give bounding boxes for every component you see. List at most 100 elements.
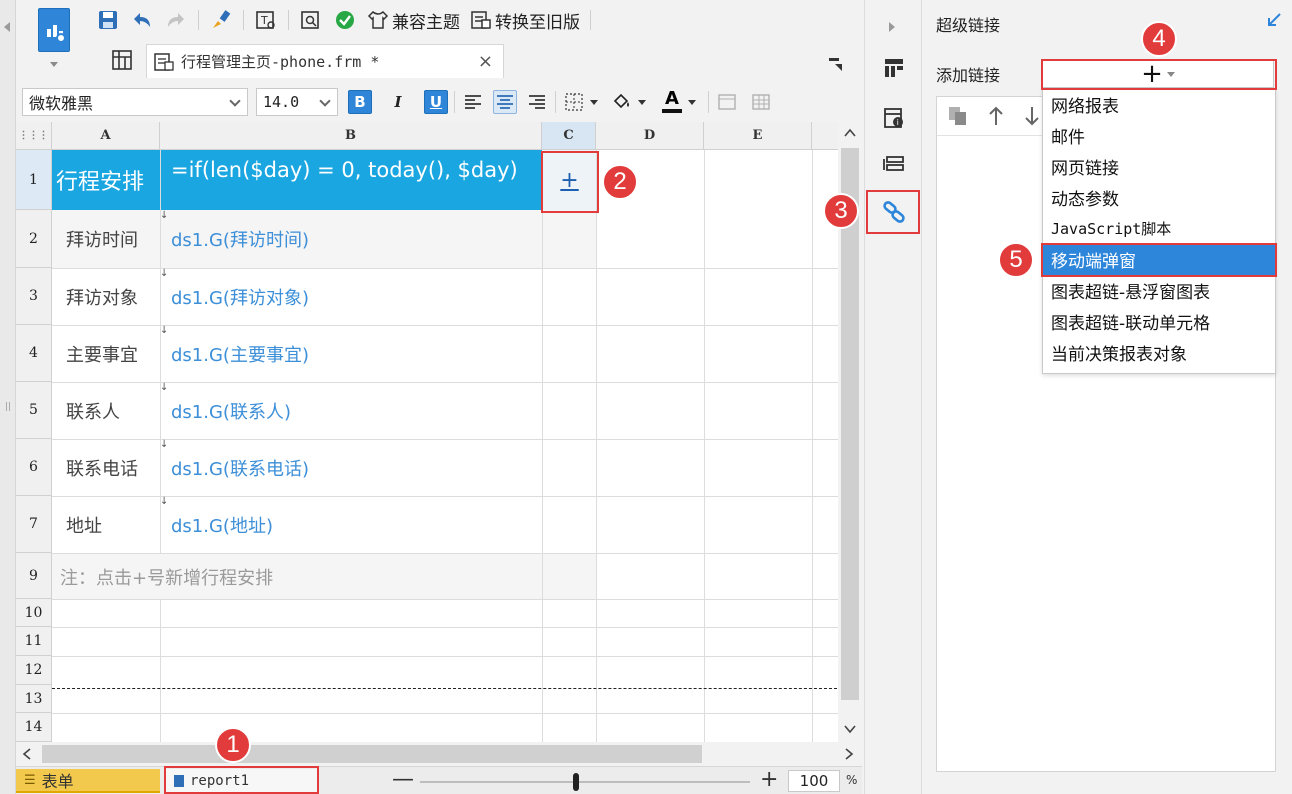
font-size-select[interactable]: 14.0 [256,88,338,116]
cell-b3[interactable]: ds1.G(拜访对象) [161,268,542,325]
horizontal-scrollbar[interactable] [16,742,862,766]
move-up-icon[interactable] [987,105,1005,127]
align-center-icon[interactable] [493,90,517,114]
border-dropdown-icon[interactable] [590,99,598,105]
preview-icon[interactable] [299,8,323,32]
collapse-left-arrow-icon[interactable] [4,22,10,32]
menu-item-chart-float[interactable]: 图表超链-悬浮窗图表 [1043,275,1275,306]
tab-form[interactable]: ☰ 表单 [16,769,160,793]
row-header-6[interactable]: 6 [16,439,52,496]
cell-c2[interactable] [543,210,596,268]
row-header-3[interactable]: 3 [16,268,52,325]
table-grid-icon[interactable] [749,90,773,114]
cell-b2[interactable]: ds1.G(拜访时间) [161,210,542,268]
cell-b6[interactable]: ds1.G(联系电话) [161,439,542,496]
left-collapse-strip[interactable]: || [0,0,16,794]
row-header-4[interactable]: 4 [16,325,52,382]
menu-item-chart-linked-cell[interactable]: 图表超链-联动单元格 [1043,306,1275,337]
align-right-icon[interactable] [525,90,549,114]
expand-right-arrow-icon[interactable] [889,22,895,32]
row-header-1[interactable]: 1 [16,150,52,210]
bold-button[interactable]: B [348,90,372,114]
close-tab-icon[interactable]: × [478,51,493,72]
font-family-select[interactable]: 微软雅黑 [22,88,248,116]
cell-attribute-icon[interactable] [880,54,908,82]
row-header-2[interactable]: 2 [16,210,52,268]
menu-item-javascript[interactable]: JavaScript脚本 [1043,213,1275,244]
move-down-icon[interactable] [1023,105,1041,127]
logo-dropdown-icon[interactable] [50,62,58,67]
merge-cell-icon[interactable] [715,90,739,114]
row-header-14[interactable]: 14 [16,713,52,742]
menu-item-dynamic-param[interactable]: 动态参数 [1043,182,1275,213]
zoom-in-button[interactable]: + [760,767,778,792]
menu-item-email[interactable]: 邮件 [1043,120,1275,151]
cell-c9[interactable] [543,554,596,599]
underline-button[interactable]: U [424,90,448,114]
vertical-scroll-thumb[interactable] [841,148,859,700]
format-painter-icon[interactable] [209,8,233,32]
row-header-9[interactable]: 9 [16,553,52,599]
collapse-panel-icon[interactable] [1266,12,1282,28]
border-icon[interactable] [562,90,586,114]
horizontal-scroll-thumb[interactable] [42,745,702,763]
row-header-12[interactable]: 12 [16,656,52,685]
font-color-dropdown-icon[interactable] [688,99,696,105]
cell-a9-note[interactable]: 注：点击+号新增行程安排 [52,554,542,599]
row-header-7[interactable]: 7 [16,496,52,553]
scroll-right-icon[interactable] [844,748,854,760]
cell-a4[interactable]: 主要事宜 [52,325,160,382]
compat-theme-button[interactable]: 兼容主题 [367,8,460,33]
column-header-b[interactable]: B [160,122,542,150]
undo-icon[interactable] [130,8,154,32]
cell-b5[interactable]: ds1.G(联系人) [161,382,542,439]
column-header-d[interactable]: D [596,122,704,150]
row-header-13[interactable]: 13 [16,685,52,713]
zoom-out-button[interactable]: — [392,767,414,792]
convert-old-version-button[interactable]: 转换至旧版 [470,8,580,33]
menu-item-web-report[interactable]: 网络报表 [1043,89,1275,120]
document-tab[interactable]: 行程管理主页-phone.frm * × [146,44,504,78]
fill-color-dropdown-icon[interactable] [638,99,646,105]
cell-b1[interactable]: =if(len($day) = 0, today(), $day) [161,150,542,210]
menu-item-current-report-object[interactable]: 当前决策报表对象 [1043,337,1275,368]
zoom-slider-handle[interactable] [573,773,579,791]
zoom-value-input[interactable]: 100 [788,770,840,792]
cell-a6[interactable]: 联系电话 [52,439,160,496]
cell-a5[interactable]: 联系人 [52,382,160,439]
text-frame-icon[interactable]: T [254,8,278,32]
select-all-corner[interactable]: ⋮⋮⋮ [16,122,52,150]
cell-a7[interactable]: 地址 [52,496,160,553]
row-header-10[interactable]: 10 [16,599,52,627]
column-header-e[interactable]: E [704,122,812,150]
align-left-icon[interactable] [461,90,485,114]
cell-a2[interactable]: 拜访时间 [52,210,160,268]
save-icon[interactable] [96,8,120,32]
resize-grip-icon[interactable]: || [5,402,11,412]
scroll-up-icon[interactable] [844,128,856,138]
cell-b4[interactable]: ds1.G(主要事宜) [161,325,542,382]
row-header-11[interactable]: 11 [16,627,52,656]
scroll-down-icon[interactable] [844,724,856,734]
template-grid-icon[interactable] [110,48,134,76]
column-header-c[interactable]: C [542,122,596,150]
corner-expand-icon[interactable] [828,56,844,76]
scroll-left-icon[interactable] [22,748,32,760]
redo-icon[interactable] [164,8,188,32]
check-icon[interactable] [333,8,357,32]
font-color-icon[interactable]: A [660,90,684,114]
italic-button[interactable]: I [386,90,410,114]
fill-color-icon[interactable] [610,90,634,114]
menu-item-web-link[interactable]: 网页链接 [1043,151,1275,182]
copy-link-icon[interactable] [947,105,969,127]
condition-attribute-icon[interactable] [880,150,908,178]
column-header-f[interactable] [812,122,838,150]
cell-a3[interactable]: 拜访对象 [52,268,160,325]
app-logo-icon[interactable] [38,8,70,52]
column-header-a[interactable]: A [52,122,160,150]
spreadsheet-grid[interactable]: ⋮⋮⋮ A B C D E 1 2 3 4 5 6 7 9 10 11 12 1… [16,122,838,742]
zoom-slider[interactable] [420,781,750,783]
row-header-5[interactable]: 5 [16,382,52,439]
cell-b7[interactable]: ds1.G(地址) [161,496,542,553]
widget-settings-icon[interactable]: i [880,104,908,132]
